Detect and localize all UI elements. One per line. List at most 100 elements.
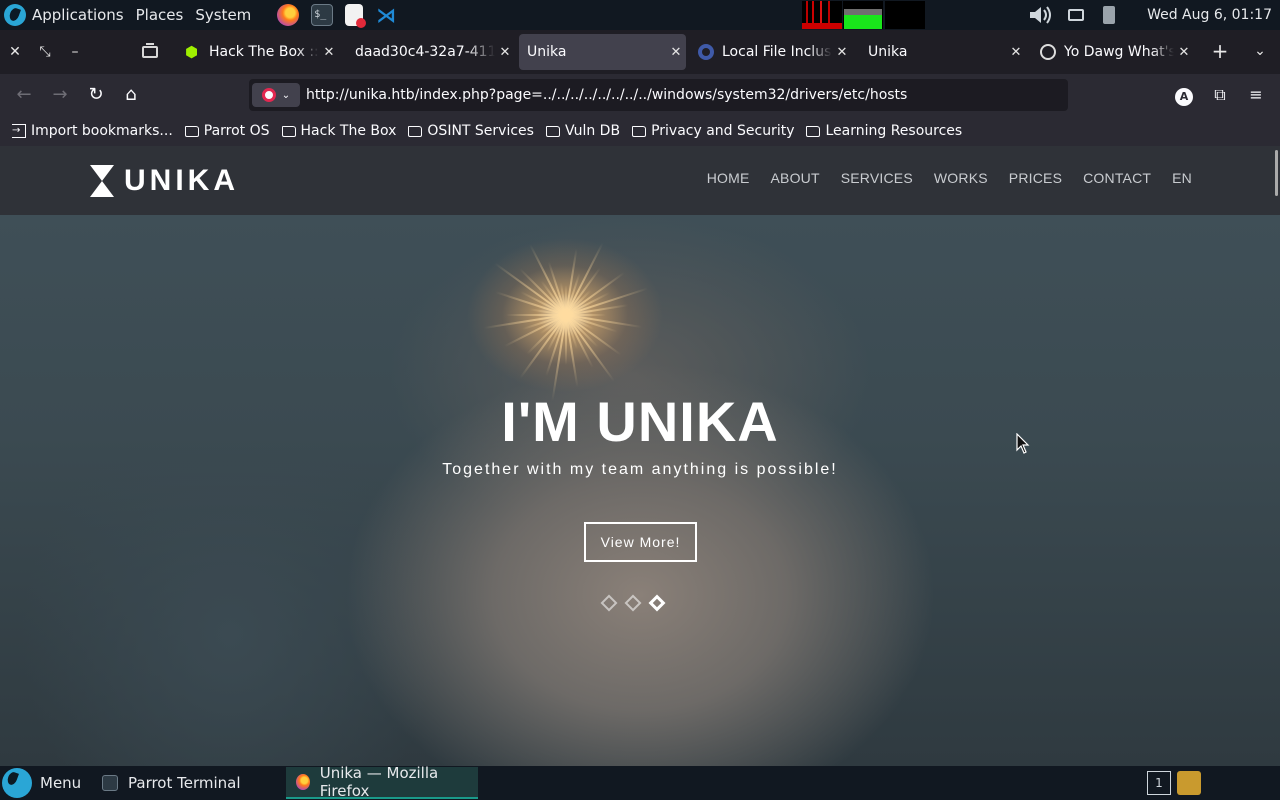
chevron-down-icon: ⌄: [281, 89, 291, 101]
firefox-launcher-icon[interactable]: [277, 4, 300, 26]
close-tab-icon[interactable]: ✕: [319, 45, 339, 60]
forward-icon[interactable]: →: [46, 82, 74, 108]
tab-yo-dawg[interactable]: Yo Dawg What's ( ✕: [1032, 34, 1194, 70]
taskbar-item-firefox[interactable]: Unika — Mozilla Firefox: [286, 764, 478, 800]
nav-works[interactable]: WORKS: [934, 170, 988, 186]
terminal-launcher-icon[interactable]: $_: [311, 4, 334, 26]
import-icon: →: [12, 124, 26, 138]
chatgpt-icon: [1040, 44, 1056, 60]
maximize-window-icon[interactable]: ⤡: [30, 30, 60, 74]
hero-title: I'M UNIKA: [501, 390, 779, 453]
reload-icon[interactable]: ↻: [82, 82, 110, 108]
tab-uuid[interactable]: daad30c4-32a7-411f ✕: [347, 34, 515, 70]
applications-menu[interactable]: Applications: [0, 0, 124, 30]
terminal-icon: [102, 775, 118, 791]
bookmark-folder-hack-the-box[interactable]: Hack The Box: [281, 123, 397, 139]
site-logo[interactable]: UNIKA: [90, 164, 239, 198]
account-button[interactable]: A: [1172, 83, 1196, 107]
nav-contact[interactable]: CONTACT: [1083, 170, 1151, 186]
htb-cube-icon: ⬢: [185, 43, 199, 61]
bookmark-label: Vuln DB: [564, 123, 621, 139]
firefox-view-icon[interactable]: [138, 40, 162, 64]
tab-title: Hack The Box :: St: [209, 44, 319, 60]
clock[interactable]: Wed Aug 6, 01:17: [1147, 0, 1272, 30]
extensions-icon[interactable]: ⧉: [1208, 83, 1232, 107]
taskbar-item-label: Unika — Mozilla Firefox: [319, 764, 439, 800]
parrot-logo-icon: [2, 768, 32, 798]
hero-banner: I'M UNIKA Together with my team anything…: [0, 215, 1280, 766]
list-all-tabs-icon[interactable]: ⌄: [1250, 40, 1270, 62]
bookmark-folder-privacy-security[interactable]: Privacy and Security: [632, 123, 794, 139]
folder-icon: [281, 125, 296, 137]
display-icon[interactable]: [1068, 9, 1084, 21]
carousel-dot-active[interactable]: [648, 594, 666, 612]
bookmark-folder-vuln-db[interactable]: Vuln DB: [545, 123, 621, 139]
close-tab-icon[interactable]: ✕: [666, 45, 686, 60]
tab-local-file-inclusion[interactable]: Local File Inclusio ✕: [690, 34, 852, 70]
page-scrollbar[interactable]: [1275, 150, 1278, 196]
view-more-button[interactable]: View More!: [584, 522, 697, 562]
back-icon[interactable]: ←: [10, 82, 38, 108]
carousel-dot[interactable]: [624, 594, 642, 612]
active-workspace-firefox-icon[interactable]: [1177, 771, 1201, 795]
tab-bar: ✕ ⤡ – ⬢ Hack The Box :: St ✕ daad30c4-32…: [0, 30, 1280, 74]
taskbar-item-terminal[interactable]: Parrot Terminal: [92, 767, 251, 799]
new-tab-icon[interactable]: +: [1209, 40, 1231, 62]
text-editor-launcher-icon[interactable]: [345, 4, 367, 28]
memory-monitor-graph: [843, 1, 883, 29]
nav-about[interactable]: ABOUT: [771, 170, 820, 186]
tab-hack-the-box[interactable]: ⬢ Hack The Box :: St ✕: [177, 34, 339, 70]
bookmark-label: Learning Resources: [825, 123, 963, 139]
places-menu[interactable]: Places: [130, 0, 190, 30]
parrot-logo-icon: [4, 4, 26, 26]
site-nav: HOME ABOUT SERVICES WORKS PRICES CONTACT…: [686, 170, 1192, 186]
close-tab-icon[interactable]: ✕: [1174, 45, 1194, 60]
applications-label: Applications: [32, 6, 124, 24]
system-menu[interactable]: System: [189, 0, 257, 30]
close-tab-icon[interactable]: ✕: [1006, 45, 1026, 60]
workspace-switcher-icon[interactable]: 1: [1147, 771, 1171, 795]
tab-unika[interactable]: Unika ✕: [860, 34, 1026, 70]
folder-icon: [184, 125, 199, 137]
bookmark-label: OSINT Services: [427, 123, 534, 139]
minimize-window-icon[interactable]: –: [60, 30, 90, 74]
close-tab-icon[interactable]: ✕: [495, 45, 515, 60]
folder-icon: [408, 125, 423, 137]
nav-prices[interactable]: PRICES: [1009, 170, 1062, 186]
bookmark-folder-learning-resources[interactable]: Learning Resources: [806, 123, 962, 139]
carousel-indicators: [600, 594, 666, 612]
firefox-icon: [296, 774, 310, 790]
tab-title: Unika: [868, 44, 908, 60]
menu-button[interactable]: Menu: [2, 768, 81, 798]
bookmark-label: Hack The Box: [300, 123, 397, 139]
bookmark-label: Import bookmarks...: [31, 123, 173, 139]
home-icon[interactable]: ⌂: [117, 82, 145, 108]
bookmark-import[interactable]: → Import bookmarks...: [12, 123, 173, 139]
bookmark-label: Privacy and Security: [651, 123, 795, 139]
hamburger-menu-icon[interactable]: ≡: [1244, 83, 1268, 107]
nav-language-en[interactable]: EN: [1172, 170, 1192, 186]
battery-icon[interactable]: [1103, 6, 1115, 24]
tab-title: daad30c4-32a7-411f: [355, 44, 495, 60]
tab-unika-active[interactable]: Unika ✕: [519, 34, 686, 70]
url-text[interactable]: http://unika.htb/index.php?page=../../..…: [306, 87, 907, 103]
nav-services[interactable]: SERVICES: [841, 170, 913, 186]
site-identity-button[interactable]: ⌄: [252, 83, 300, 107]
folder-icon: [632, 125, 647, 137]
close-tab-icon[interactable]: ✕: [832, 45, 852, 60]
close-window-icon[interactable]: ✕: [0, 30, 30, 74]
url-bar[interactable]: ⌄ http://unika.htb/index.php?page=../../…: [249, 79, 1068, 111]
folder-icon: [545, 125, 560, 137]
account-avatar: A: [1175, 88, 1193, 106]
vscode-launcher-icon[interactable]: ⋊: [375, 4, 397, 26]
bookmark-folder-osint-services[interactable]: OSINT Services: [408, 123, 534, 139]
bookmark-label: Parrot OS: [203, 123, 270, 139]
volume-icon[interactable]: [1028, 5, 1054, 25]
network-monitor-graph: [885, 1, 925, 29]
tab-title: Yo Dawg What's (: [1064, 44, 1174, 60]
navigation-toolbar: ← → ↻ ⌂ ⌄ http://unika.htb/index.php?pag…: [0, 74, 1280, 116]
bookmark-folder-parrot-os[interactable]: Parrot OS: [184, 123, 270, 139]
carousel-dot[interactable]: [600, 594, 618, 612]
folder-icon: [806, 125, 821, 137]
nav-home[interactable]: HOME: [707, 170, 750, 186]
